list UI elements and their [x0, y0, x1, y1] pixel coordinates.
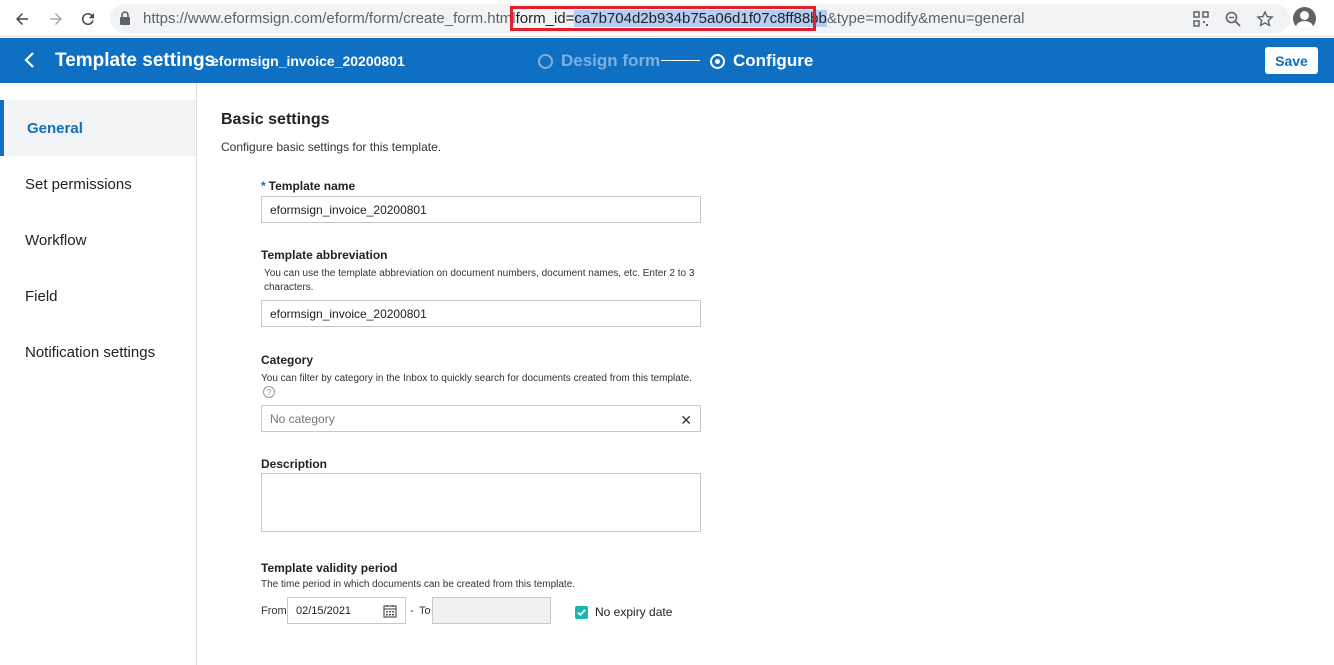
to-label: To — [419, 605, 431, 617]
url-highlight-box — [510, 6, 816, 31]
save-button[interactable]: Save — [1265, 47, 1318, 74]
category-hint: You can filter by category in the Inbox … — [261, 373, 692, 384]
url-prefix: https://www.eformsign.com/eform/form/cre… — [143, 10, 516, 27]
category-value: No category — [270, 411, 335, 426]
from-label: From — [261, 605, 287, 617]
app-header: Template settings eformsign_invoice_2020… — [0, 38, 1334, 83]
profile-avatar-icon[interactable] — [1293, 7, 1316, 30]
star-icon[interactable] — [1256, 10, 1274, 28]
step-connector — [661, 60, 700, 61]
reload-icon[interactable] — [75, 6, 101, 32]
description-textarea[interactable] — [261, 473, 701, 532]
sidebar-item-workflow[interactable]: Workflow — [0, 212, 196, 268]
clear-icon[interactable]: ✕ — [680, 412, 692, 429]
zoom-icon[interactable] — [1224, 10, 1242, 28]
date-separator: - — [410, 605, 414, 617]
required-mark: * — [261, 179, 266, 193]
settings-sidebar: General Set permissions Workflow Field N… — [0, 83, 197, 665]
abbreviation-hint: You can use the template abbreviation on… — [264, 268, 695, 293]
step-label: Configure — [733, 51, 814, 70]
back-arrow-icon[interactable] — [9, 6, 35, 32]
step-circle-icon — [538, 53, 553, 69]
no-expiry-label: No expiry date — [595, 605, 673, 619]
category-label: Category — [261, 353, 314, 367]
abbreviation-input[interactable]: eformsign_invoice_20200801 — [261, 300, 701, 327]
validity-label: Template validity period — [261, 561, 398, 575]
main-content: Basic settings Configure basic settings … — [198, 83, 1334, 665]
checkmark-icon — [577, 609, 586, 617]
forward-arrow-icon[interactable] — [43, 6, 69, 32]
calendar-icon[interactable] — [383, 604, 397, 618]
lock-icon — [120, 11, 130, 25]
sidebar-item-general[interactable]: General — [0, 100, 196, 156]
chevron-left-icon[interactable] — [20, 50, 40, 70]
sidebar-item-notification-settings[interactable]: Notification settings — [0, 324, 196, 380]
no-expiry-checkbox[interactable] — [575, 606, 588, 619]
from-date-value: 02/15/2021 — [296, 604, 352, 617]
page-title: Template settings — [55, 50, 216, 71]
section-title: Basic settings — [221, 111, 330, 128]
step-design-form[interactable]: Design form — [538, 51, 660, 71]
validity-hint: The time period in which documents can b… — [261, 579, 576, 590]
category-select[interactable]: No category ✕ — [261, 405, 701, 432]
step-label: Design form — [561, 51, 661, 70]
qr-code-icon[interactable] — [1192, 10, 1210, 28]
step-circle-selected-icon — [710, 53, 725, 69]
section-description: Configure basic settings for this templa… — [221, 140, 442, 154]
to-date-input[interactable] — [432, 597, 551, 624]
template-name-input[interactable]: eformsign_invoice_20200801 — [261, 196, 701, 223]
description-label: Description — [261, 457, 328, 471]
from-date-input[interactable]: 02/15/2021 — [287, 597, 406, 624]
browser-toolbar: https://www.eformsign.com/eform/form/cre… — [0, 0, 1334, 37]
template-name-title: eformsign_invoice_20200801 — [211, 53, 405, 69]
sidebar-item-set-permissions[interactable]: Set permissions — [0, 156, 196, 212]
step-configure[interactable]: Configure — [710, 51, 813, 71]
url-suffix: &type=modify&menu=general — [826, 10, 1025, 27]
sidebar-item-field[interactable]: Field — [0, 268, 196, 324]
template-name-label-text: Template name — [268, 179, 356, 193]
abbreviation-label: Template abbreviation — [261, 248, 388, 262]
template-name-label: * Template name — [261, 179, 355, 193]
help-icon[interactable]: ? — [263, 386, 275, 398]
